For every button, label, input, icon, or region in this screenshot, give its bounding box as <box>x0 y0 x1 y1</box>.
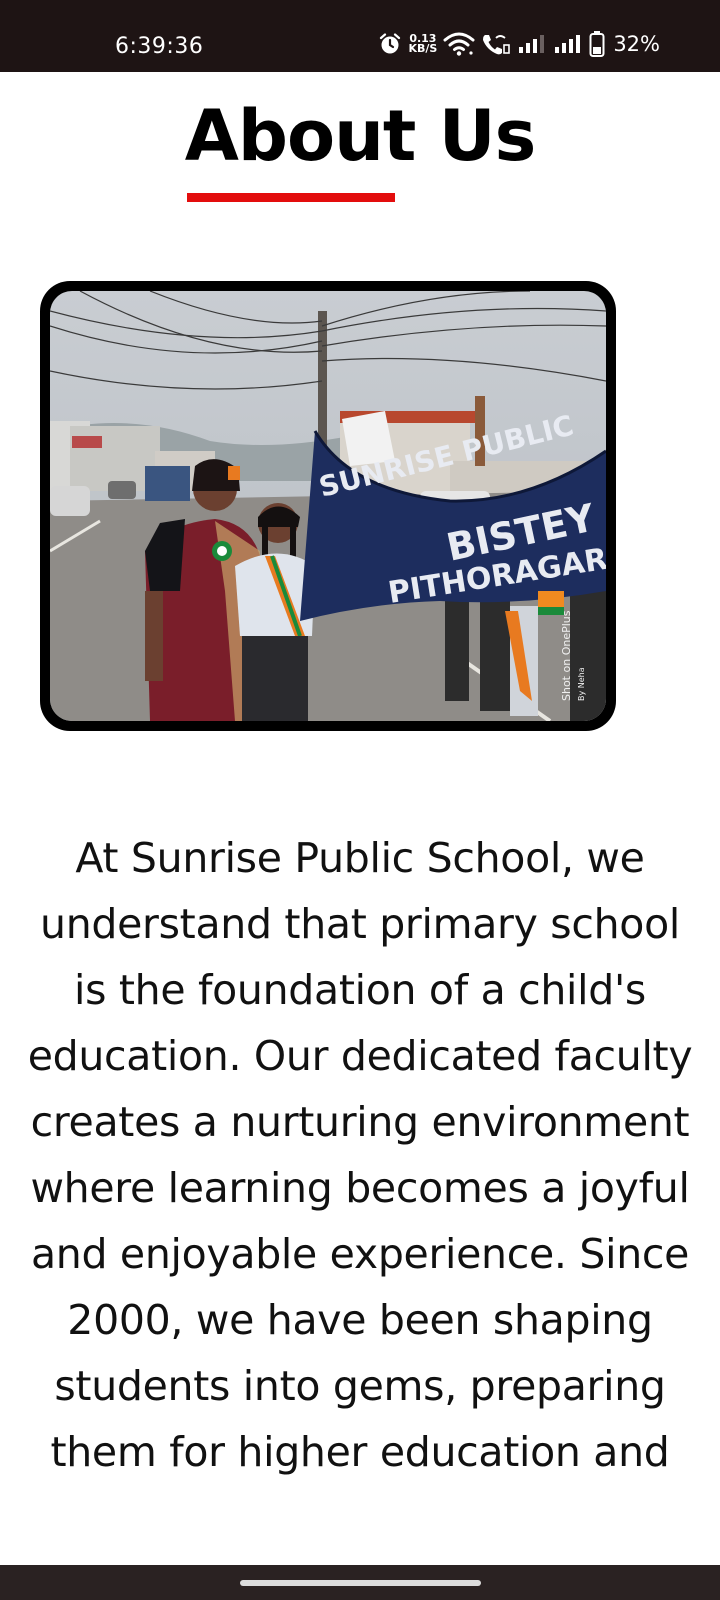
net-speed-unit: KB/S <box>408 42 438 55</box>
net-speed: 0.13 KB/S <box>408 33 438 55</box>
photo-image: SUNRISE PUBLIC BISTEY PITHORAGARH Shot o… <box>50 291 606 721</box>
battery-percent: 32% <box>613 32 660 56</box>
status-icons: 0.13 KB/S 32% <box>378 30 660 58</box>
battery-icon <box>589 30 605 58</box>
status-time: 6:39:36 <box>115 34 204 59</box>
home-gesture-handle[interactable] <box>240 1580 481 1586</box>
status-bar: 6:39:36 0.13 KB/S 32% <box>0 0 720 72</box>
school-rally-photo: SUNRISE PUBLIC BISTEY PITHORAGARH Shot o… <box>40 281 616 731</box>
title-underline <box>187 193 395 202</box>
watermark-line1: Shot on OnePlus <box>560 610 573 701</box>
wifi-icon <box>443 31 475 57</box>
alarm-icon <box>378 32 402 56</box>
about-paragraph: At Sunrise Public School, we understand … <box>27 834 693 1476</box>
page-title: About Us <box>184 95 537 177</box>
wifi-call-icon <box>481 32 511 56</box>
signal-icon <box>517 33 547 55</box>
signal-icon-2 <box>553 33 583 55</box>
page: 6:39:36 0.13 KB/S 32% About Us SUNRISE P… <box>0 0 720 1600</box>
watermark-line2: By Neha <box>577 667 586 701</box>
